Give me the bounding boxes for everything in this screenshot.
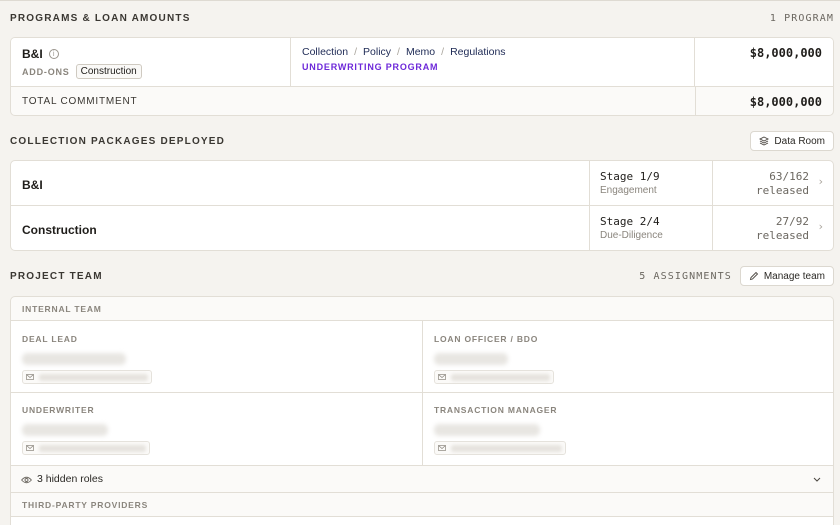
collection-stage-name: Due-Diligence — [600, 230, 663, 241]
internal-team-label: INTERNAL TEAM — [22, 304, 102, 314]
pencil-icon — [749, 271, 758, 281]
collection-stage: Stage 1/9 — [600, 170, 660, 183]
role-underwriter: UNDERWRITER — [22, 405, 150, 455]
redacted-name — [434, 353, 508, 365]
team-title: PROJECT TEAM — [10, 270, 103, 282]
manage-team-button[interactable]: Manage team — [739, 266, 834, 286]
chevron-right-icon: › — [818, 175, 823, 188]
collection-name: B&I — [22, 178, 43, 192]
collection-released-count: 63/162 — [769, 170, 809, 183]
data-room-button[interactable]: Data Room — [750, 131, 834, 151]
mail-icon — [26, 374, 34, 380]
role-deal-lead: DEAL LEAD — [22, 334, 152, 384]
program-name-cell: B&I i ADD-ONS Construction — [11, 38, 291, 87]
role-loan-officer: LOAN OFFICER / BDO — [434, 334, 554, 384]
collections-header: COLLECTION PACKAGES DEPLOYED Data Room — [10, 131, 834, 151]
roles-grid: DEAL LEAD LOAN OFFICER / BDO UNDERWRITER — [11, 321, 833, 465]
collection-stage-name: Engagement — [600, 185, 657, 196]
collection-row[interactable]: B&I Stage 1/9 Engagement 63/162 released… — [11, 161, 833, 206]
total-divider — [695, 87, 696, 115]
program-links-cell: Collection / Policy / Memo / Regulations… — [292, 38, 695, 87]
grid-divider — [11, 392, 833, 393]
mail-icon — [438, 374, 446, 380]
column-divider — [589, 161, 590, 206]
link-separator: / — [397, 46, 400, 58]
mail-icon — [26, 445, 34, 451]
collections-title: COLLECTION PACKAGES DEPLOYED — [10, 135, 226, 147]
mail-icon — [438, 445, 446, 451]
program-links: Collection / Policy / Memo / Regulations — [302, 46, 506, 58]
email-chip[interactable] — [434, 370, 554, 384]
team-card: INTERNAL TEAM DEAL LEAD LOAN OFFICER / B… — [10, 296, 834, 525]
chevron-down-icon — [813, 477, 821, 482]
addons-label: ADD-ONS — [22, 66, 70, 77]
team-count: 5 ASSIGNMENTS — [639, 270, 732, 282]
programs-count: 1 PROGRAM — [769, 13, 834, 24]
program-subtitle: UNDERWRITING PROGRAM — [302, 62, 439, 72]
addon-tag: Construction — [75, 64, 142, 79]
collection-stage: Stage 2/4 — [600, 215, 660, 228]
collection-released-count: 27/92 — [775, 215, 809, 228]
email-chip[interactable] — [22, 441, 150, 455]
total-commitment-label: TOTAL COMMITMENT — [22, 96, 138, 107]
top-divider — [0, 0, 840, 1]
info-icon[interactable]: i — [48, 49, 59, 59]
total-amount: $8,000,000 — [749, 95, 822, 109]
role-label: DEAL LEAD — [22, 334, 78, 344]
role-transaction-manager: TRANSACTION MANAGER — [434, 405, 566, 455]
role-label: TRANSACTION MANAGER — [434, 405, 558, 415]
program-name: B&I — [22, 47, 43, 61]
third-party-label: THIRD-PARTY PROVIDERS — [22, 500, 149, 510]
chevron-right-icon: › — [818, 220, 823, 233]
hidden-roles-label: 3 hidden roles — [37, 473, 103, 485]
column-divider — [712, 206, 713, 250]
link-policy[interactable]: Policy — [363, 46, 391, 58]
role-label: LOAN OFFICER / BDO — [434, 334, 539, 344]
data-room-label: Data Room — [774, 135, 825, 147]
collection-row[interactable]: Construction Stage 2/4 Due-Diligence 27/… — [11, 206, 833, 250]
program-amount: $8,000,000 — [749, 46, 822, 60]
link-collection[interactable]: Collection — [302, 46, 348, 58]
column-divider — [712, 161, 713, 206]
program-row: B&I i ADD-ONS Construction Collection / … — [11, 38, 833, 87]
link-separator: / — [354, 46, 358, 58]
team-header-right: 5 ASSIGNMENTS Manage team — [639, 266, 834, 286]
programs-header: PROGRAMS & LOAN AMOUNTS 1 PROGRAM — [10, 13, 834, 24]
layers-icon — [759, 136, 770, 146]
email-chip[interactable] — [434, 441, 566, 455]
hidden-roles-toggle[interactable]: 3 hidden roles — [11, 465, 833, 493]
email-chip[interactable] — [22, 370, 152, 384]
internal-team-header: INTERNAL TEAM — [11, 297, 833, 321]
link-regulations[interactable]: Regulations — [450, 46, 505, 58]
redacted-name — [434, 424, 540, 436]
eye-icon — [21, 476, 32, 484]
programs-card: B&I i ADD-ONS Construction Collection / … — [10, 37, 834, 116]
collection-name: Construction — [22, 223, 97, 237]
link-memo[interactable]: Memo — [406, 46, 435, 58]
third-party-grid — [11, 517, 833, 525]
grid-divider — [422, 321, 423, 465]
link-separator: / — [441, 46, 445, 58]
third-party-header: THIRD-PARTY PROVIDERS — [11, 493, 833, 517]
column-divider — [589, 206, 590, 250]
collections-card: B&I Stage 1/9 Engagement 63/162 released… — [10, 160, 834, 251]
collection-released-label: released — [756, 229, 809, 242]
programs-title: PROGRAMS & LOAN AMOUNTS — [10, 13, 191, 24]
redacted-name — [22, 353, 126, 365]
collection-released-label: released — [756, 184, 809, 197]
team-header: PROJECT TEAM 5 ASSIGNMENTS Manage team — [10, 266, 834, 286]
manage-team-label: Manage team — [763, 270, 825, 282]
role-label: UNDERWRITER — [22, 405, 95, 415]
redacted-name — [22, 424, 108, 436]
